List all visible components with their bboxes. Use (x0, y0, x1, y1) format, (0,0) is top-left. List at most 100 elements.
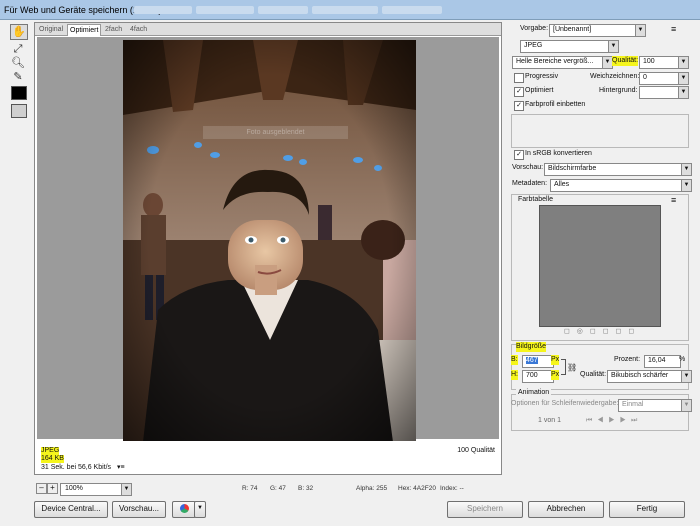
animation-heading: Animation (516, 388, 552, 398)
tab-original[interactable]: Original (37, 24, 65, 35)
matte-label: Hintergrund: (599, 87, 638, 94)
loop-label: Optionen für Schleifenwiedergabe: (511, 400, 619, 407)
width-label: B: (511, 355, 518, 365)
preview-mode-label: Vorschau: (512, 164, 544, 171)
height-unit: Px (551, 370, 560, 380)
chevron-down-icon: ▼ (608, 41, 618, 52)
save-button[interactable]: Speichern (447, 501, 523, 518)
quality-value: 100 (643, 58, 655, 65)
color-table-menu-icon[interactable]: ≡ (671, 195, 676, 205)
srgb-checkbox[interactable]: ✓ (514, 150, 524, 160)
height-label: H: (511, 370, 518, 380)
background-tab (258, 6, 308, 14)
optimized-checkbox[interactable]: ✓ (514, 87, 524, 97)
tab-4-up[interactable]: 4fach (128, 24, 149, 35)
quality-mode-value: Helle Bereiche vergröß... (516, 58, 594, 65)
party-photo (123, 40, 416, 442)
eyedropper-icon[interactable]: ✎ (10, 70, 26, 84)
browser-preview-button[interactable] (172, 501, 196, 518)
green-readout: G: 47 (270, 485, 286, 492)
zoom-out-button[interactable]: – (36, 483, 47, 494)
format-value: JPEG (524, 42, 543, 49)
chevron-down-icon: ▼ (635, 25, 645, 36)
preset-select[interactable]: [Unbenannt] ▼ (549, 24, 646, 37)
settings-group-box (511, 114, 689, 148)
preview-mode-value: Bildschirmfarbe (548, 165, 597, 172)
chevron-down-icon: ▼ (681, 164, 691, 175)
optimized-label: Optimiert (525, 87, 554, 94)
blur-label: Weichzeichnen: (590, 73, 640, 80)
slice-select-icon[interactable]: ⤢ (10, 42, 26, 56)
progressive-checkbox[interactable] (514, 73, 524, 83)
resample-quality-label: Qualität: (580, 371, 607, 378)
preview-canvas[interactable]: Foto ausgeblendet (37, 37, 499, 442)
zoom-level-select[interactable]: 100% ▼ (60, 483, 132, 496)
height-input[interactable]: 700 (522, 370, 554, 383)
red-readout: R: 74 (242, 485, 258, 492)
color-table-toolbar[interactable]: ◻◎◻◻◻◻ (564, 328, 654, 336)
chevron-down-icon: ▼ (678, 57, 688, 68)
loop-select[interactable]: Einmal ▼ (618, 399, 692, 412)
faded-overlay-label: Foto ausgeblendet (203, 126, 348, 139)
preview-quality: 100 Qualität (457, 447, 495, 454)
slice-visibility-toggle[interactable] (11, 104, 27, 118)
blur-input[interactable]: 0 ▼ (639, 72, 689, 85)
optimize-settings-panel: Vorgabe: [Unbenannt] ▼ ≡ JPEG ▼ Helle Be… (506, 22, 694, 475)
index-readout: Index: -- (440, 485, 464, 492)
quality-input[interactable]: 100 ▼ (639, 56, 689, 69)
loop-value: Einmal (622, 401, 644, 408)
resample-quality-value: Bikubisch schärfer (611, 372, 669, 379)
color-table-label: Farbtabelle (518, 196, 554, 203)
title-bar: Für Web und Geräte speichern (100 %) (0, 0, 700, 20)
toolbox: ✋ ⤢ 🔍︎ ✎ (8, 24, 28, 120)
resample-quality-select[interactable]: Bikubisch schärfer ▼ (607, 370, 692, 383)
done-button[interactable]: Fertig (609, 501, 685, 518)
chevron-down-icon: ▼ (602, 57, 612, 68)
preview-mode-select[interactable]: Bildschirmfarbe ▼ (544, 163, 692, 176)
chevron-down-icon: ▼ (681, 180, 691, 191)
metadata-label: Metadaten: (512, 180, 548, 187)
width-input[interactable]: 467 (522, 355, 554, 368)
download-menu-icon[interactable]: ▾≡ (117, 464, 125, 472)
browser-menu-button[interactable]: ▼ (194, 501, 206, 518)
link-icon[interactable]: ⛓ (567, 363, 577, 373)
tab-2-up[interactable]: 2fach (103, 24, 124, 35)
zoom-icon[interactable]: 🔍︎ (10, 56, 26, 70)
percent-label: Prozent: (614, 356, 641, 363)
preset-label: Vorgabe: (520, 25, 549, 32)
percent-input[interactable]: 16,04 (644, 355, 681, 368)
preview-format: JPEG (41, 447, 60, 455)
eyedropper-color-swatch[interactable] (11, 86, 27, 100)
width-value: 467 (526, 357, 538, 364)
image-size-heading: Bildgröße (516, 342, 546, 352)
preview-button[interactable]: Vorschau... (112, 501, 166, 518)
preview-download-time: 31 Sek. bei 56,6 Kbit/s (41, 464, 112, 471)
blur-value: 0 (643, 74, 647, 81)
quality-mode-select[interactable]: Helle Bereiche vergröß... ▼ (512, 56, 613, 69)
metadata-select[interactable]: Alles ▼ (550, 179, 692, 192)
photo-preview[interactable]: Foto ausgeblendet (123, 40, 416, 442)
cancel-button[interactable]: Abbrechen (528, 501, 604, 518)
device-central-button[interactable]: Device Central... (34, 501, 108, 518)
height-value: 700 (526, 372, 538, 379)
embed-profile-checkbox[interactable]: ✓ (514, 101, 524, 111)
tab-optimized[interactable]: Optimiert (67, 24, 102, 36)
color-table-view[interactable] (539, 205, 661, 327)
matte-select[interactable]: ▼ (639, 86, 689, 99)
browser-icon (179, 504, 189, 513)
hand-icon[interactable]: ✋ (10, 24, 28, 40)
background-tab (312, 6, 378, 14)
status-row: – + 100% ▼ R: 74 G: 47 B: 32 Alpha: 255 … (34, 480, 502, 496)
zoom-in-button[interactable]: + (47, 483, 58, 494)
percent-unit: % (679, 356, 686, 363)
panel-menu-icon[interactable]: ≡ (671, 24, 676, 34)
quality-label: Qualität: (612, 56, 639, 66)
chevron-down-icon: ▼ (678, 87, 688, 98)
format-select[interactable]: JPEG ▼ (520, 40, 619, 53)
chevron-down-icon: ▼ (681, 400, 691, 411)
animation-controls[interactable]: ⏮◀▶▶⏭ (586, 416, 686, 426)
blue-readout: B: 32 (298, 485, 314, 492)
srgb-label: In sRGB konvertieren (525, 150, 592, 157)
progressive-label: Progressiv (525, 73, 559, 80)
background-tab (382, 6, 442, 14)
